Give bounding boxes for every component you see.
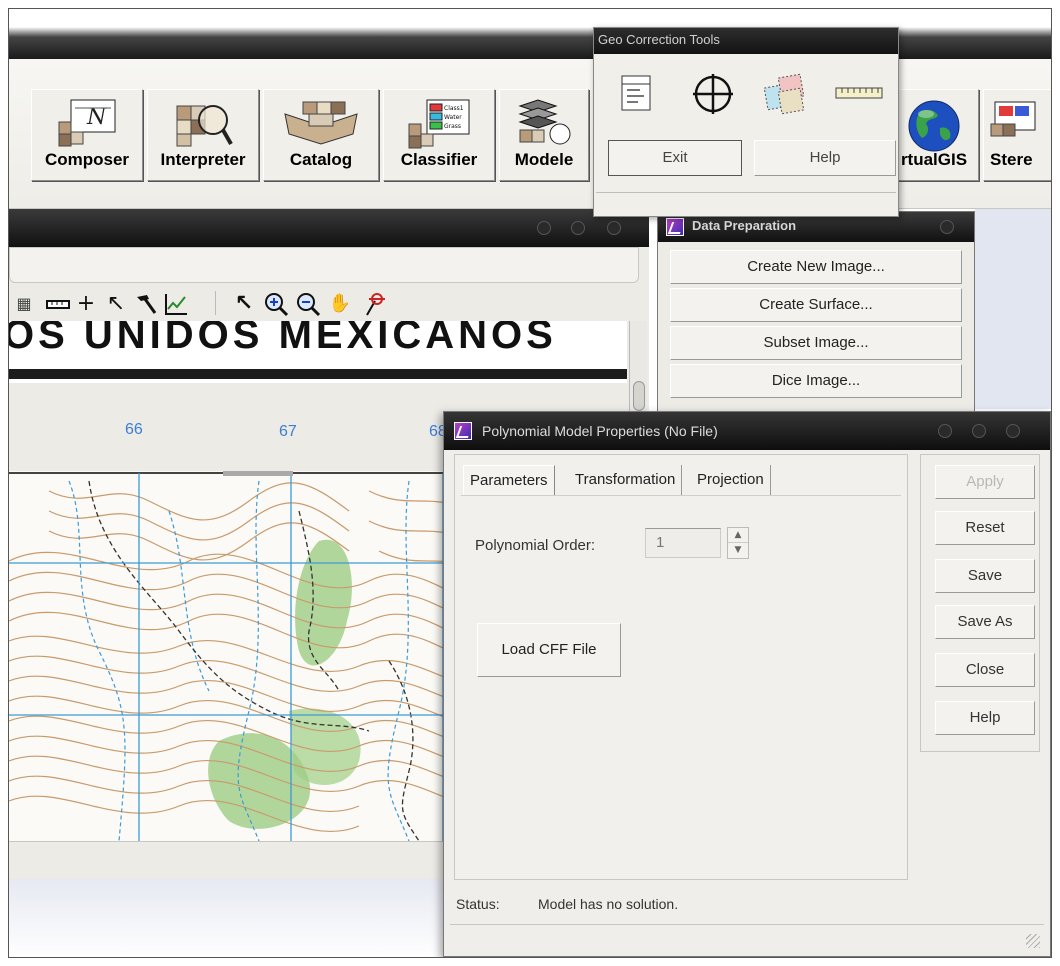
resize-grip-icon[interactable] [1026, 934, 1040, 948]
screenshot-frame: N Composer Interpreter Catalog Class1 Wa… [8, 8, 1052, 958]
viewer-close-button[interactable] [607, 221, 621, 235]
stereo-label: Stere [990, 150, 1033, 169]
desktop-background [975, 209, 1051, 409]
status-text: Model has no solution. [538, 896, 679, 912]
data-preparation-title: Data Preparation [692, 218, 797, 233]
select-arrow-icon[interactable]: ↖ [103, 291, 129, 317]
interpreter-icon [176, 105, 233, 147]
create-new-image-button[interactable]: Create New Image... [670, 250, 962, 284]
open-icon[interactable]: ▦ [11, 291, 37, 317]
properties-icon[interactable] [618, 72, 654, 116]
overlap-icon[interactable] [762, 72, 810, 116]
zoom-out-icon[interactable] [295, 291, 321, 317]
polynomial-order-field[interactable]: 1 [645, 528, 721, 558]
close-button[interactable]: Close [935, 653, 1035, 687]
legend-water: Water [444, 114, 462, 121]
tab-parameters[interactable]: Parameters [463, 465, 555, 495]
geo-help-button[interactable]: Help [754, 140, 896, 176]
grid-label-66: 66 [125, 421, 143, 438]
legend-class1: Class1 [444, 105, 464, 112]
polynomial-action-panel: Apply Reset Save Save As Close Help [920, 454, 1040, 752]
modeler-icon [518, 99, 571, 145]
data-preparation-close-button[interactable] [940, 220, 954, 234]
pin-icon[interactable] [361, 291, 387, 317]
dice-image-button[interactable]: Dice Image... [670, 364, 962, 398]
stepper-up-icon[interactable]: ▲ [728, 528, 748, 543]
map-header-text: OS UNIDOS MEXICANOS [9, 321, 557, 357]
hammer-icon[interactable] [133, 291, 159, 317]
catalog-icon [284, 101, 358, 145]
apply-button[interactable]: Apply [935, 465, 1035, 499]
pointer-icon[interactable]: ↖ [231, 291, 257, 317]
polynomial-title: Polynomial Model Properties (No File) [482, 423, 718, 439]
interpreter-button[interactable]: Interpreter [147, 89, 259, 181]
stereo-icon [990, 101, 1036, 137]
profile-icon[interactable] [163, 291, 189, 317]
geo-correction-title: Geo Correction Tools [598, 32, 720, 47]
polynomial-order-label: Polynomial Order: [475, 537, 596, 554]
exit-button[interactable]: Exit [608, 140, 742, 176]
tab-projection[interactable]: Projection [691, 465, 771, 495]
polynomial-order-stepper[interactable]: ▲ ▼ [727, 527, 749, 559]
interpreter-label: Interpreter [160, 150, 246, 169]
map-header-rule [9, 369, 627, 379]
viewer-minimize-button[interactable] [537, 221, 551, 235]
virtualgis-button[interactable]: rtualGIS [889, 89, 979, 181]
load-cff-file-button[interactable]: Load CFF File [477, 623, 621, 677]
catalog-button[interactable]: Catalog [263, 89, 379, 181]
composer-icon: N [58, 99, 116, 147]
polynomial-main-panel: Parameters Transformation Projection Pol… [454, 454, 908, 880]
geo-correction-tools-window: Geo Correction Tools Exit Help [593, 27, 899, 217]
polynomial-maximize-button[interactable] [972, 424, 986, 438]
grid-label-67: 67 [279, 423, 297, 440]
catalog-label: Catalog [289, 150, 353, 169]
virtualgis-label: rtualGIS [900, 150, 968, 169]
save-as-button[interactable]: Save As [935, 605, 1035, 639]
polynomial-close-button[interactable] [1006, 424, 1020, 438]
viewer-maximize-button[interactable] [571, 221, 585, 235]
legend-grass: Grass [444, 123, 461, 130]
polynomial-app-logo-icon [454, 422, 472, 440]
data-preparation-window: Data Preparation Create New Image... Cre… [657, 211, 975, 431]
pan-hand-icon[interactable]: ✋ [327, 291, 353, 317]
measure-icon[interactable] [45, 291, 71, 317]
viewer-title-bar [9, 209, 649, 247]
composer-button[interactable]: N Composer [31, 89, 143, 181]
viewer-scroll-thumb[interactable] [633, 381, 645, 411]
stereo-button[interactable]: Stere [983, 89, 1051, 181]
tab-rule [461, 495, 901, 496]
polynomial-model-properties-window: Polynomial Model Properties (No File) Pa… [443, 411, 1051, 957]
modeler-button[interactable]: Modele [499, 89, 589, 181]
classifier-label: Classifier [400, 150, 478, 169]
globe-icon [908, 100, 960, 152]
polynomial-minimize-button[interactable] [938, 424, 952, 438]
gcp-crosshair-icon[interactable] [690, 72, 736, 116]
viewer-toolbar: ▦ + ↖ ↖ ✋ [9, 287, 629, 321]
viewer-menu-bar [9, 247, 639, 283]
polynomial-status-bar [450, 924, 1044, 952]
app-logo-icon [666, 218, 684, 236]
classifier-button[interactable]: Class1 Water Grass Classifier [383, 89, 495, 181]
geo-correction-title-bar: Geo Correction Tools [594, 28, 898, 54]
ruler-icon[interactable] [834, 72, 886, 116]
modeler-label: Modele [514, 150, 574, 169]
map-header: OS UNIDOS MEXICANOS [9, 321, 627, 383]
polynomial-title-bar: Polynomial Model Properties (No File) [444, 412, 1050, 450]
classifier-icon: Class1 Water Grass [408, 99, 470, 149]
tab-transformation[interactable]: Transformation [569, 465, 683, 495]
reset-button[interactable]: Reset [935, 511, 1035, 545]
save-button[interactable]: Save [935, 559, 1035, 593]
help-button[interactable]: Help [935, 701, 1035, 735]
composer-label: Composer [44, 150, 130, 169]
geo-correction-status-bar [596, 192, 896, 214]
subset-image-button[interactable]: Subset Image... [670, 326, 962, 360]
crosshair-icon[interactable]: + [73, 291, 99, 317]
svg-text:N: N [86, 105, 107, 130]
toolbar-separator [215, 291, 216, 315]
desktop-background-bottom [9, 879, 443, 957]
zoom-in-icon[interactable] [263, 291, 289, 317]
status-label: Status: [456, 896, 500, 912]
stepper-down-icon[interactable]: ▼ [728, 543, 748, 558]
create-surface-button[interactable]: Create Surface... [670, 288, 962, 322]
